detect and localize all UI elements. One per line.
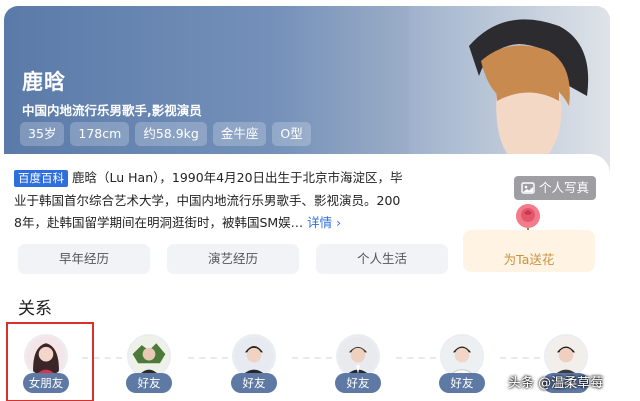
photo-album-label: 个人写真 — [539, 180, 590, 195]
person-name: 鹿晗 — [22, 70, 66, 94]
connector — [292, 357, 332, 359]
tab-personal-life[interactable]: 个人生活 — [316, 244, 448, 274]
bio-line-1: 鹿晗（Lu Han），1990年4月20日出生于北京市海淀区，毕 — [72, 170, 403, 185]
connector — [500, 357, 540, 359]
person-subtitle: 中国内地流行乐男歌手,影视演员 — [22, 103, 202, 118]
tab-career[interactable]: 演艺经历 — [167, 244, 299, 274]
blood-type-tag: O型 — [272, 122, 311, 146]
weight-tag: 约58.9kg — [135, 122, 207, 146]
age-tag: 35岁 — [20, 122, 65, 146]
avatar — [440, 334, 484, 378]
height-tag: 178cm — [70, 122, 130, 146]
bio-line-3: 8年，赴韩国留学期间在明洞逛街时，被韩国SM娱… — [14, 215, 304, 230]
send-flower-button[interactable]: 为Ta送花 — [463, 230, 595, 272]
relation-label: 好友 — [126, 373, 172, 393]
relation-friend-4[interactable]: 好友 — [435, 334, 489, 400]
relation-friend-3[interactable]: 好友 — [331, 334, 385, 400]
avatar — [232, 334, 276, 378]
relation-friend-1[interactable]: 好友 — [122, 334, 176, 400]
relation-label: 好友 — [231, 373, 277, 393]
relations-title: 关系 — [18, 299, 52, 319]
zodiac-tag: 金牛座 — [212, 122, 267, 146]
bio-line-2: 业于韩国首尔综合艺术大学，中国内地流行乐男歌手、影视演员。200 — [14, 192, 401, 208]
attribute-tags: 35岁 178cm 约58.9kg 金牛座 O型 — [20, 122, 311, 146]
avatar — [127, 334, 171, 378]
watermark: 头条 @温柔草莓 — [508, 376, 604, 391]
connector — [396, 357, 436, 359]
send-flower-label: 为Ta送花 — [503, 251, 555, 267]
image-icon — [521, 182, 535, 194]
baike-badge[interactable]: 百度百科 — [14, 170, 68, 187]
avatar — [336, 334, 380, 378]
relation-label: 好友 — [335, 373, 381, 393]
details-link[interactable]: 详情 › — [307, 215, 341, 230]
tab-early-life[interactable]: 早年经历 — [18, 244, 150, 274]
highlight-box — [6, 322, 94, 401]
connector — [188, 357, 228, 359]
relation-label: 好友 — [439, 373, 485, 393]
relation-friend-2[interactable]: 好友 — [227, 334, 281, 400]
photo-album-button[interactable]: 个人写真 — [514, 176, 597, 200]
bio-text: 百度百科 鹿晗（Lu Han），1990年4月20日出生于北京市海淀区，毕 业于韩… — [14, 167, 442, 235]
